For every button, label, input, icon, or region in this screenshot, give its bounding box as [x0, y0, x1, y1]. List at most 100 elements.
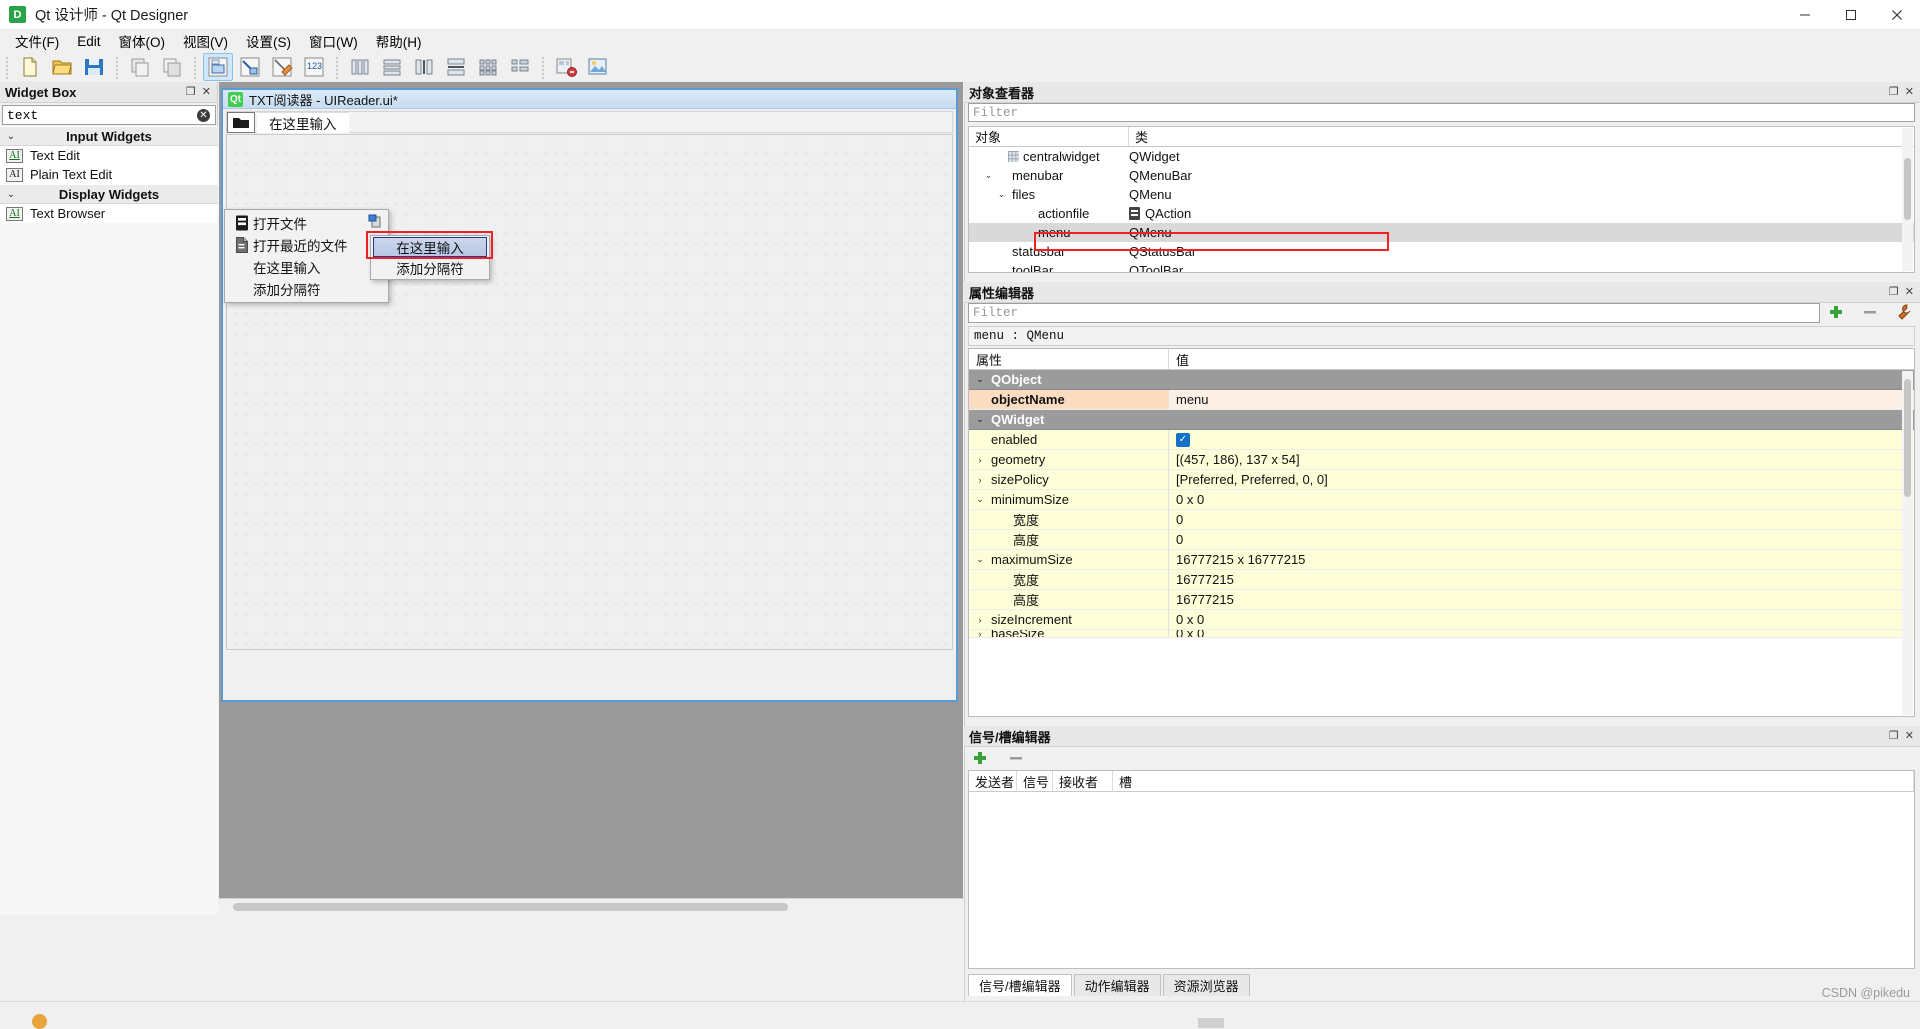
enabled-checkbox[interactable]: ✓: [1176, 432, 1190, 447]
menu-settings[interactable]: 设置(S): [237, 29, 300, 53]
chevron-right-icon[interactable]: ›: [969, 630, 991, 637]
form-menu-bar[interactable]: 在这里输入: [226, 111, 953, 133]
chevron-down-icon[interactable]: ⌄: [969, 374, 991, 385]
tab-resource-browser[interactable]: 资源浏览器: [1162, 974, 1250, 996]
new-file-icon[interactable]: [15, 53, 45, 81]
property-value[interactable]: 0 x 0: [1169, 610, 1914, 629]
tree-row-actionfile[interactable]: actionfile QAction: [969, 204, 1914, 223]
tab-order-icon[interactable]: 123: [299, 53, 329, 81]
menu-help[interactable]: 帮助(H): [367, 29, 431, 53]
property-row-sizeincrement[interactable]: › sizeIncrement 0 x 0: [969, 610, 1914, 630]
save-disk-icon[interactable]: [79, 53, 109, 81]
property-value[interactable]: menu: [1169, 390, 1914, 409]
widget-item-text-edit[interactable]: AI Text Edit: [0, 146, 218, 165]
tree-row-menu[interactable]: menu QMenu: [969, 223, 1914, 242]
wrench-icon[interactable]: [1894, 302, 1914, 322]
object-inspector-tree[interactable]: 对象 类 centralwidget QWidget ⌄ menubar QMe…: [968, 126, 1915, 273]
break-layout-icon[interactable]: [551, 53, 581, 81]
scrollbar-thumb[interactable]: [1904, 379, 1911, 497]
property-value[interactable]: 0 x 0: [1169, 630, 1914, 637]
close-icon[interactable]: ✕: [202, 86, 211, 98]
property-row-enabled[interactable]: enabled ✓: [969, 430, 1914, 450]
menu-edit[interactable]: Edit: [68, 32, 109, 51]
property-editor-scrollbar[interactable]: [1902, 371, 1913, 715]
close-icon[interactable]: ✕: [1905, 286, 1914, 298]
minimize-icon[interactable]: [1782, 0, 1828, 30]
chevron-down-icon[interactable]: ⌄: [995, 189, 1008, 200]
signals-slots-icon[interactable]: [235, 53, 265, 81]
menu-item-type-here[interactable]: 在这里输入: [225, 256, 388, 278]
redo-icon[interactable]: [157, 53, 187, 81]
plus-icon[interactable]: [1826, 302, 1846, 322]
chevron-down-icon[interactable]: ⌄: [982, 170, 995, 181]
widget-item-plain-text-edit[interactable]: AI Plain Text Edit: [0, 165, 218, 184]
edit-widgets-icon[interactable]: [203, 53, 233, 81]
widget-group-input-widgets[interactable]: ⌄ Input Widgets: [0, 126, 218, 146]
tree-row-files[interactable]: ⌄ files QMenu: [969, 185, 1914, 204]
menu-item-open-file[interactable]: 打开文件: [225, 212, 388, 234]
property-row-geometry[interactable]: › geometry [(457, 186), 137 x 54]: [969, 450, 1914, 470]
property-row-minimumsize-height[interactable]: 高度 0: [969, 530, 1914, 550]
property-row-maximumsize-width[interactable]: 宽度 16777215: [969, 570, 1914, 590]
maximize-icon[interactable]: [1828, 0, 1874, 30]
toolbar-grip[interactable]: [113, 55, 121, 79]
signal-slot-table[interactable]: 发送者 信号 接收者 槽: [968, 770, 1915, 969]
float-icon[interactable]: ❐: [186, 86, 196, 98]
property-value[interactable]: 16777215: [1169, 590, 1914, 609]
property-group-qobject[interactable]: ⌄ QObject: [969, 370, 1914, 390]
property-row-sizepolicy[interactable]: › sizePolicy [Preferred, Preferred, 0, 0]: [969, 470, 1914, 490]
minus-icon[interactable]: [1006, 748, 1026, 768]
property-group-qwidget[interactable]: ⌄ QWidget: [969, 410, 1914, 430]
property-value[interactable]: [(457, 186), 137 x 54]: [1169, 450, 1914, 469]
widget-box-search-input[interactable]: text ✕: [2, 105, 216, 125]
close-icon[interactable]: [1874, 0, 1920, 30]
form-menubar-placeholder[interactable]: 在这里输入: [257, 111, 349, 133]
chevron-down-icon[interactable]: ⌄: [969, 554, 991, 565]
layout-vertical-icon[interactable]: [377, 53, 407, 81]
tree-row-statusbar[interactable]: statusbar QStatusBar: [969, 242, 1914, 261]
property-value[interactable]: 16777215 x 16777215: [1169, 550, 1914, 569]
chevron-down-icon[interactable]: ⌄: [969, 414, 991, 425]
layout-horizontal-icon[interactable]: [345, 53, 375, 81]
splitter-horizontal-icon[interactable]: [409, 53, 439, 81]
adjust-size-icon[interactable]: [583, 53, 613, 81]
property-value[interactable]: 16777215: [1169, 570, 1914, 589]
tab-action-editor[interactable]: 动作编辑器: [1073, 974, 1161, 996]
property-value[interactable]: [Preferred, Preferred, 0, 0]: [1169, 470, 1914, 489]
toolbar-grip[interactable]: [539, 55, 547, 79]
close-icon[interactable]: ✕: [1905, 86, 1914, 98]
submenu-item-add-separator[interactable]: 添加分隔符: [371, 257, 489, 278]
tree-row-toolbar[interactable]: toolBar QToolBar: [969, 261, 1914, 272]
splitter-vertical-icon[interactable]: [441, 53, 471, 81]
menu-form[interactable]: 窗体(O): [110, 29, 175, 53]
object-inspector-filter-input[interactable]: Filter: [968, 103, 1915, 122]
tab-signal-slot-editor[interactable]: 信号/槽编辑器: [968, 974, 1072, 996]
property-value[interactable]: 0: [1169, 510, 1914, 529]
chevron-right-icon[interactable]: ›: [969, 615, 991, 625]
object-inspector-scrollbar[interactable]: [1902, 128, 1913, 271]
folder-icon[interactable]: [227, 111, 255, 133]
scrollbar-thumb[interactable]: [233, 903, 788, 911]
open-folder-icon[interactable]: [47, 53, 77, 81]
float-icon[interactable]: ❐: [1889, 730, 1899, 742]
chevron-right-icon[interactable]: ›: [969, 455, 991, 465]
property-row-maximumsize-height[interactable]: 高度 16777215: [969, 590, 1914, 610]
minus-icon[interactable]: [1860, 302, 1880, 322]
tree-row-centralwidget[interactable]: centralwidget QWidget: [969, 147, 1914, 166]
menu-item-add-separator[interactable]: 添加分隔符: [225, 278, 388, 300]
menu-window[interactable]: 窗口(W): [300, 29, 367, 53]
property-row-basesize[interactable]: › baseSize 0 x 0: [969, 630, 1914, 638]
chevron-down-icon[interactable]: ⌄: [969, 494, 991, 505]
property-editor-filter-input[interactable]: Filter: [968, 303, 1820, 323]
submenu-item-type-here[interactable]: 在这里输入: [373, 237, 487, 257]
widget-group-display-widgets[interactable]: ⌄ Display Widgets: [0, 184, 218, 204]
tree-row-menubar[interactable]: ⌄ menubar QMenuBar: [969, 166, 1914, 185]
close-icon[interactable]: ✕: [1905, 730, 1914, 742]
property-value[interactable]: 0: [1169, 530, 1914, 549]
plus-icon[interactable]: [970, 748, 990, 768]
layout-form-icon[interactable]: [505, 53, 535, 81]
chevron-right-icon[interactable]: ›: [969, 475, 991, 485]
property-editor-table[interactable]: 属性 值 ⌄ QObject objectName menu ⌄ QWidget e…: [968, 348, 1915, 717]
toolbar-grip[interactable]: [191, 55, 199, 79]
mdi-horizontal-scrollbar[interactable]: [219, 898, 963, 914]
